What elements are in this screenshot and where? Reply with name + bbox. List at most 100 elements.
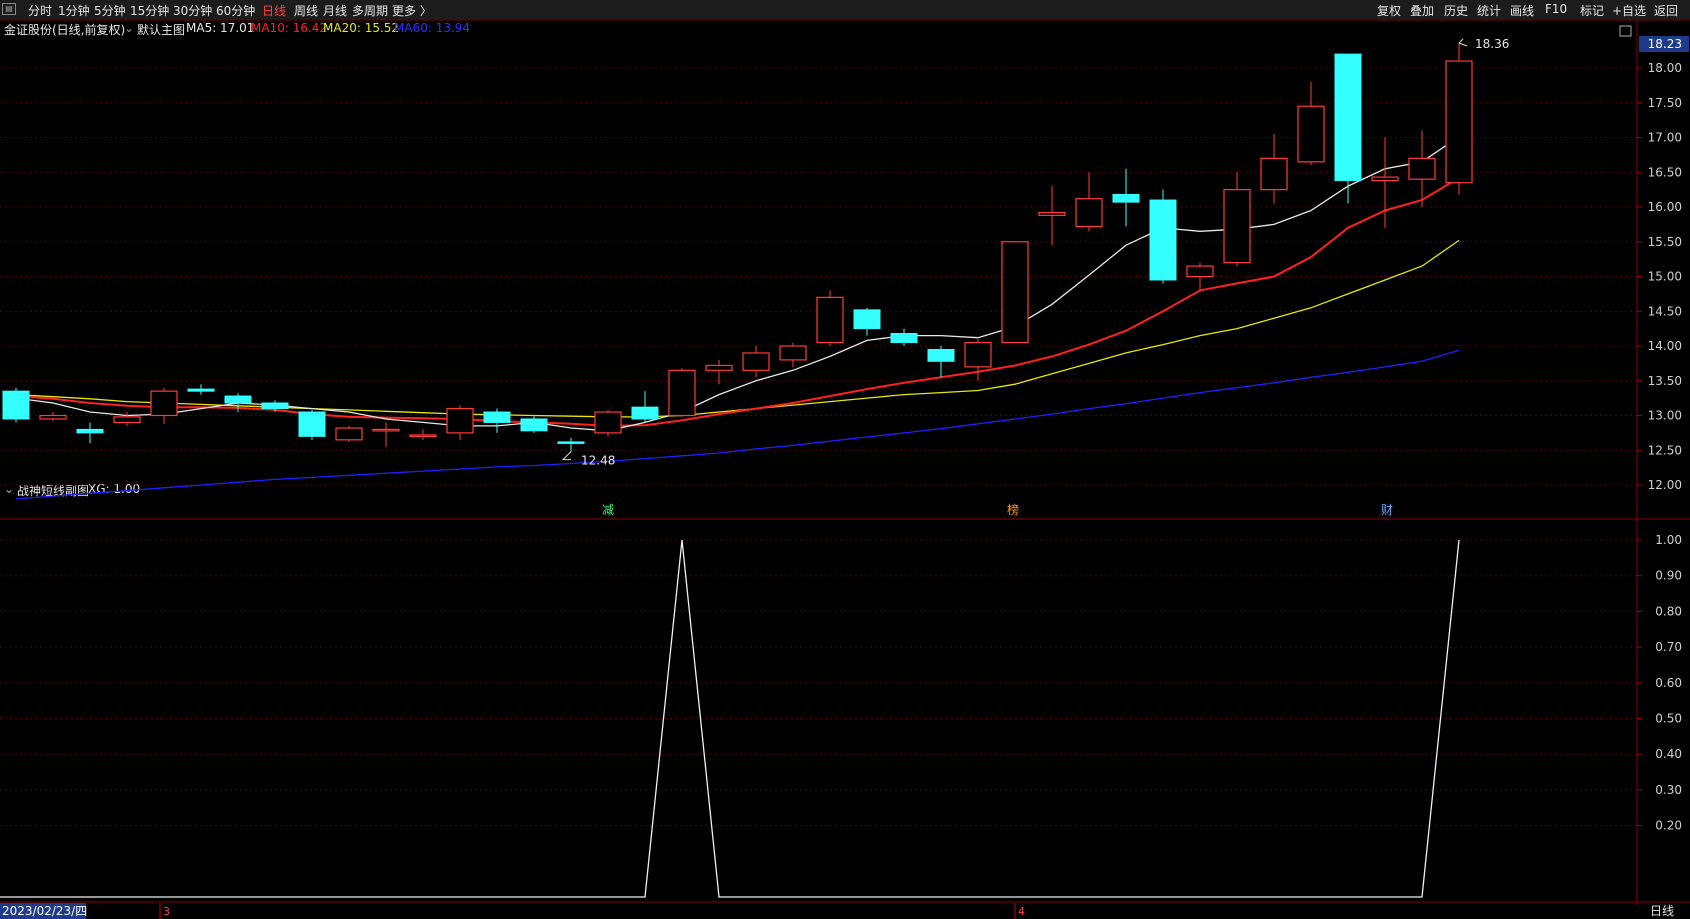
price-tick-label: 15.50 [1648, 235, 1682, 249]
candle [1149, 189, 1177, 284]
candle-body-down [2, 390, 30, 420]
price-tick-label: 17.50 [1648, 96, 1682, 110]
price-tick-label: 15.00 [1648, 270, 1682, 284]
candle-body-down [1112, 193, 1140, 203]
candle [594, 409, 622, 437]
price-tick-label: 16.00 [1648, 200, 1682, 214]
candle-body-up [1075, 198, 1103, 228]
candle [779, 342, 807, 367]
candle [1075, 172, 1103, 232]
event-marker: 财 [1381, 503, 1393, 517]
candle-body-up [816, 296, 844, 344]
high-price-label: 18.36 [1475, 37, 1509, 51]
candle [668, 368, 696, 417]
candle [520, 415, 548, 433]
date-axis: 2023/02/23/四 3 4 日线 [0, 903, 1674, 919]
xg-tick-label: 0.50 [1655, 712, 1682, 726]
candle [1260, 134, 1288, 204]
candle-body-down [1334, 53, 1362, 182]
candle [39, 412, 67, 422]
candle [187, 384, 215, 395]
candle [964, 339, 992, 381]
candle-body-up [372, 428, 400, 432]
candle-body-up [1408, 157, 1436, 180]
candle-body-down [76, 428, 104, 434]
candle-body-up [335, 427, 363, 441]
price-axis: 12.00 12.50 13.00 13.50 14.00 14.50 15.00 15.50… [1619, 25, 1689, 833]
candle-body-down [483, 411, 511, 423]
kline-chart[interactable]: 18.3612.48减榜财 12.0012.5013.0013.5014.001… [0, 0, 1690, 919]
candle-body-down [631, 406, 659, 420]
candle-body-up [1038, 211, 1066, 216]
candle-body-down [187, 388, 215, 392]
xg-tick-label: 0.80 [1655, 604, 1682, 618]
candle-body-up [446, 407, 474, 434]
xg-tick-label: 0.60 [1655, 676, 1682, 690]
candle-body-up [1260, 157, 1288, 191]
xg-tick-label: 0.70 [1655, 640, 1682, 654]
candle-body-down [261, 402, 289, 410]
candle [1445, 42, 1473, 195]
xg-tick-label: 1.00 [1655, 533, 1682, 547]
candle [1001, 241, 1029, 344]
candle-body-up [1297, 105, 1325, 163]
candle-body-down [927, 348, 955, 362]
price-tick-label: 17.00 [1648, 131, 1682, 145]
event-marker: 榜 [1007, 502, 1019, 517]
candle-body-up [705, 364, 733, 371]
candle-body-up [150, 390, 178, 417]
candle [1334, 53, 1362, 204]
candle-body-up [742, 352, 770, 371]
candle-body-down [853, 309, 881, 330]
candle-body-up [39, 414, 67, 420]
candle-body-up [668, 369, 696, 417]
candle [742, 346, 770, 378]
ma60-line [15, 349, 1460, 500]
event-marker: 减 [602, 503, 614, 517]
price-tick-label: 16.50 [1648, 165, 1682, 179]
candle [76, 422, 104, 444]
date-label: 2023/02/23/四 [2, 904, 87, 918]
candle [1297, 81, 1325, 166]
period-label: 日线 [1650, 904, 1674, 918]
candle-body-up [113, 416, 141, 424]
xg-tick-label: 0.40 [1655, 747, 1682, 761]
current-price-label: 18.23 [1648, 37, 1682, 51]
candle-body-up [1186, 265, 1214, 278]
low-pointer [561, 451, 572, 461]
month-label: 3 [163, 905, 170, 918]
xg-tick-label: 0.30 [1655, 783, 1682, 797]
candle-body-down [224, 395, 252, 404]
candle [150, 387, 178, 424]
candle [631, 391, 659, 423]
candle-body-down [557, 441, 585, 444]
candle-body-up [409, 434, 437, 438]
candle-body-up [1445, 60, 1473, 184]
month-label: 4 [1018, 905, 1025, 918]
candle [409, 429, 437, 440]
candle [1223, 172, 1251, 267]
candle [705, 359, 733, 385]
candle [483, 408, 511, 433]
candle-body-down [890, 332, 918, 344]
candle-body-up [779, 345, 807, 361]
candle-body-up [1001, 241, 1029, 344]
price-tick-label: 13.50 [1648, 374, 1682, 388]
low-price-label: 12.48 [581, 454, 615, 468]
candle [927, 346, 955, 378]
candle [2, 387, 30, 423]
candle [372, 422, 400, 447]
price-tick-label: 18.00 [1648, 61, 1682, 75]
settings-icon [1619, 25, 1632, 37]
price-tick-label: 12.00 [1648, 478, 1682, 492]
candle [446, 405, 474, 440]
candle [298, 409, 326, 440]
candle [335, 425, 363, 442]
candle [1038, 186, 1066, 246]
candle-body-down [1149, 199, 1177, 281]
candle [853, 307, 881, 336]
candle-body-down [298, 411, 326, 437]
price-tick-label: 14.00 [1648, 339, 1682, 353]
xg-tick-label: 0.20 [1655, 819, 1682, 833]
candle-body-up [1223, 189, 1251, 264]
